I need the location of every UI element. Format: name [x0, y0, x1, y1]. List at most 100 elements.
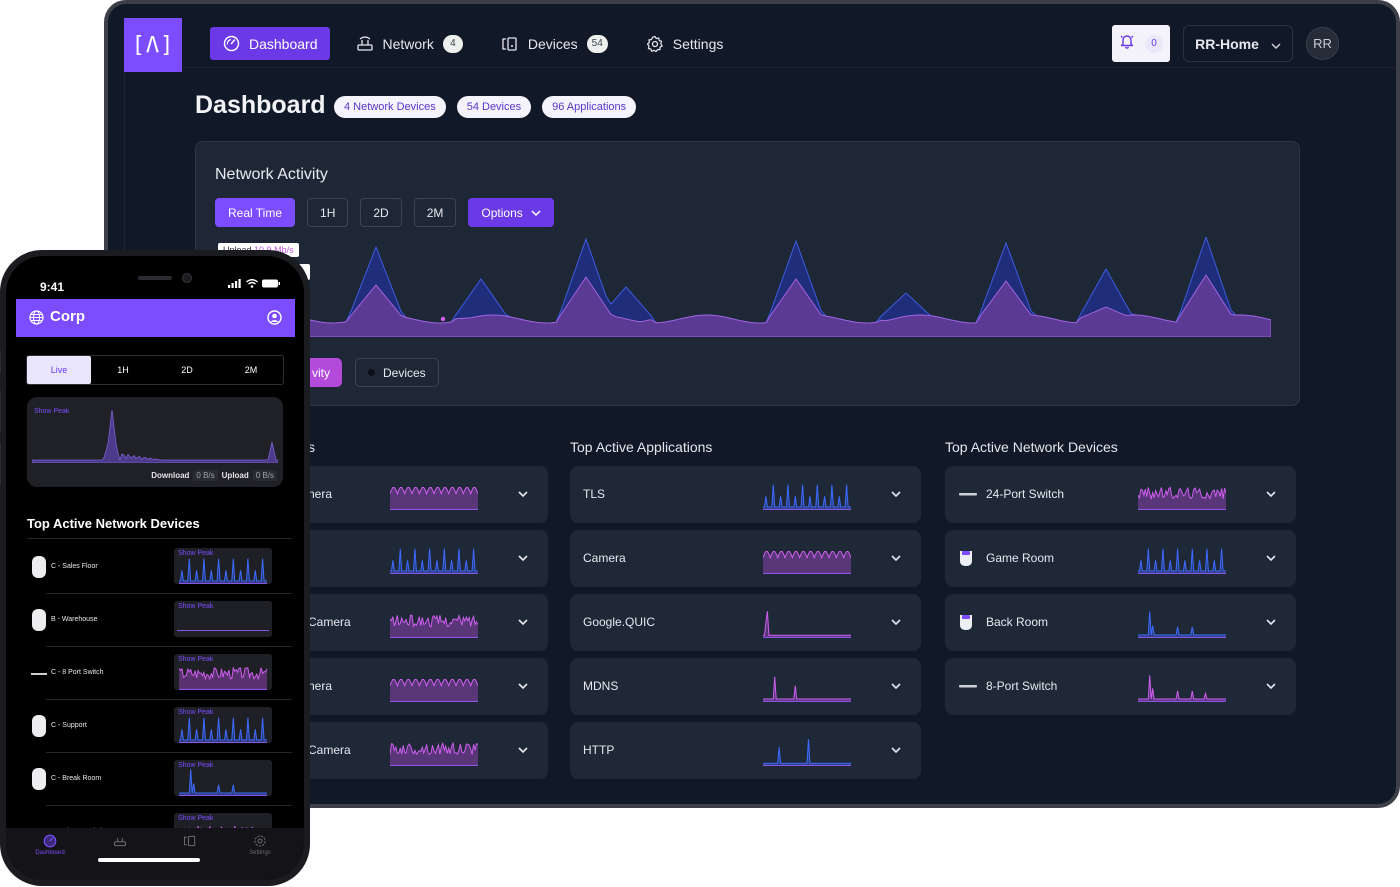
sparkline-chart [390, 679, 478, 702]
chevron-down-icon[interactable] [1264, 487, 1278, 501]
page-title: Dashboard [195, 91, 326, 119]
list-row[interactable]: nera [298, 466, 548, 523]
phone-volume-down [0, 442, 1, 486]
chevron-down-icon[interactable] [889, 487, 903, 501]
chevron-down-icon[interactable] [1264, 551, 1278, 565]
site-selector[interactable]: RR-Home [1183, 25, 1293, 62]
phone-device-chart[interactable]: Show Peak [174, 601, 272, 637]
chevron-down-icon[interactable] [889, 679, 903, 693]
list-row[interactable]: nera [298, 658, 548, 715]
sparkline-line [1138, 548, 1226, 572]
list-row[interactable]: 8-Port Switch [945, 658, 1296, 715]
list-row[interactable]: Back Room [945, 594, 1296, 651]
sparkline-line [1138, 611, 1226, 636]
phone-device-label: C - Break Room [51, 775, 102, 782]
phone-range-1h[interactable]: 1H [91, 356, 155, 384]
chevron-down-icon[interactable] [516, 551, 530, 565]
nav-settings-label: Settings [672, 35, 724, 52]
access-point-icon [32, 556, 46, 578]
list-row[interactable]: MDNS [570, 658, 921, 715]
tab-devices[interactable] [160, 834, 220, 850]
list-row[interactable]: Google.QUIC [570, 594, 921, 651]
site-selector-value: RR-Home [1195, 35, 1259, 52]
list-row[interactable]: HTTP [570, 722, 921, 779]
tab-settings[interactable]: Settings [230, 834, 290, 856]
row-label: Camera [583, 551, 626, 565]
nav-network[interactable]: Network 4 [344, 27, 475, 60]
phone-site-title[interactable]: Corp [50, 308, 85, 325]
options-label: Options [481, 205, 523, 220]
profile-icon[interactable] [267, 310, 282, 330]
nav-settings[interactable]: Settings [634, 27, 736, 60]
access-point-icon [32, 609, 46, 631]
chevron-down-icon[interactable] [889, 743, 903, 757]
gear-icon [646, 35, 664, 53]
summary-chips: 4 Network Devices 54 Devices 96 Applicat… [334, 96, 637, 118]
sparkline-line [1138, 675, 1226, 700]
phone-device-row[interactable]: C - Support Show Peak [6, 701, 296, 753]
chevron-down-icon[interactable] [889, 615, 903, 629]
top-nav: Dashboard Network 4 Devices 54 Settings [210, 27, 735, 60]
sparkline-area [390, 615, 478, 638]
phone-activity-chart[interactable]: Show Peak Download 0 B/s Upload 0 B/s [27, 397, 283, 487]
chevron-down-icon[interactable] [516, 487, 530, 501]
list-row[interactable]: Game Room [945, 530, 1296, 587]
row-divider [46, 752, 292, 753]
phone-range-selector: Live 1H 2D 2M [26, 355, 284, 385]
section-divider [27, 538, 292, 539]
list-row[interactable] [298, 530, 548, 587]
user-avatar[interactable]: RR [1306, 27, 1339, 60]
phone-device-row[interactable]: C - Break Room Show Peak [6, 754, 296, 806]
list-row[interactable]: 24-Port Switch [945, 466, 1296, 523]
nav-dashboard[interactable]: Dashboard [210, 27, 330, 60]
tab-network[interactable] [90, 834, 150, 850]
list-row[interactable]: Camera [298, 722, 548, 779]
list-row[interactable]: Camera [298, 594, 548, 651]
tab-dashboard[interactable]: Dashboard [20, 834, 80, 856]
row-label: Back Room [986, 615, 1049, 629]
sparkline-chart [763, 551, 851, 574]
phone-device-row[interactable]: C - Sales Floor Show Peak [6, 542, 296, 594]
range-1h[interactable]: 1H [307, 198, 349, 227]
chevron-down-icon[interactable] [516, 679, 530, 693]
chevron-down-icon[interactable] [1264, 615, 1278, 629]
phone-device-chart[interactable]: Show Peak [174, 707, 272, 743]
phone-range-2d[interactable]: 2D [155, 356, 219, 384]
nav-dashboard-label: Dashboard [249, 35, 318, 52]
chevron-down-icon[interactable] [516, 615, 530, 629]
list-row[interactable]: Camera [570, 530, 921, 587]
range-2m[interactable]: 2M [413, 198, 457, 227]
network-activity-chart[interactable] [306, 237, 1271, 337]
phone-device-chart[interactable]: Show Peak [174, 548, 272, 584]
row-label: MDNS [583, 679, 619, 693]
phone-range-2m[interactable]: 2M [219, 356, 283, 384]
phone-screen: 9:41 Corp Live 1H 2D 2M Show Peak Downlo… [6, 256, 304, 880]
phone-device-row[interactable]: C - 8 Port Switch Show Peak [6, 648, 296, 700]
phone-frame: 9:41 Corp Live 1H 2D 2M Show Peak Downlo… [0, 250, 310, 886]
notifications-button[interactable]: 0 [1112, 25, 1170, 62]
phone-device-chart[interactable]: Show Peak [174, 760, 272, 796]
upload-value: 0 B/s [252, 470, 277, 481]
phone-device-row[interactable]: B - Warehouse Show Peak [6, 595, 296, 647]
chevron-down-icon[interactable] [1264, 679, 1278, 693]
range-2d[interactable]: 2D [360, 198, 402, 227]
legend-devices[interactable]: Devices [355, 358, 439, 387]
row-label: Camera [308, 743, 351, 757]
devices-chip[interactable]: 54 Devices [456, 96, 532, 118]
options-dropdown[interactable]: Options [468, 198, 554, 227]
upload-label: Upload [221, 471, 249, 480]
sparkline-line [763, 484, 851, 508]
app-logo[interactable]: [Λ] [124, 18, 182, 72]
sparkline-chart [1138, 675, 1226, 702]
network-devices-chip[interactable]: 4 Network Devices [334, 96, 446, 118]
applications-chip[interactable]: 96 Applications [542, 96, 637, 118]
range-real-time[interactable]: Real Time [215, 198, 296, 227]
phone-range-live[interactable]: Live [27, 356, 91, 384]
list-row[interactable]: TLS [570, 466, 921, 523]
nav-devices[interactable]: Devices 54 [489, 27, 620, 60]
phone-chart-area [32, 409, 278, 463]
show-peak-toggle[interactable]: Show Peak [178, 603, 213, 610]
chevron-down-icon[interactable] [889, 551, 903, 565]
phone-device-chart[interactable]: Show Peak [174, 654, 272, 690]
chevron-down-icon[interactable] [516, 743, 530, 757]
